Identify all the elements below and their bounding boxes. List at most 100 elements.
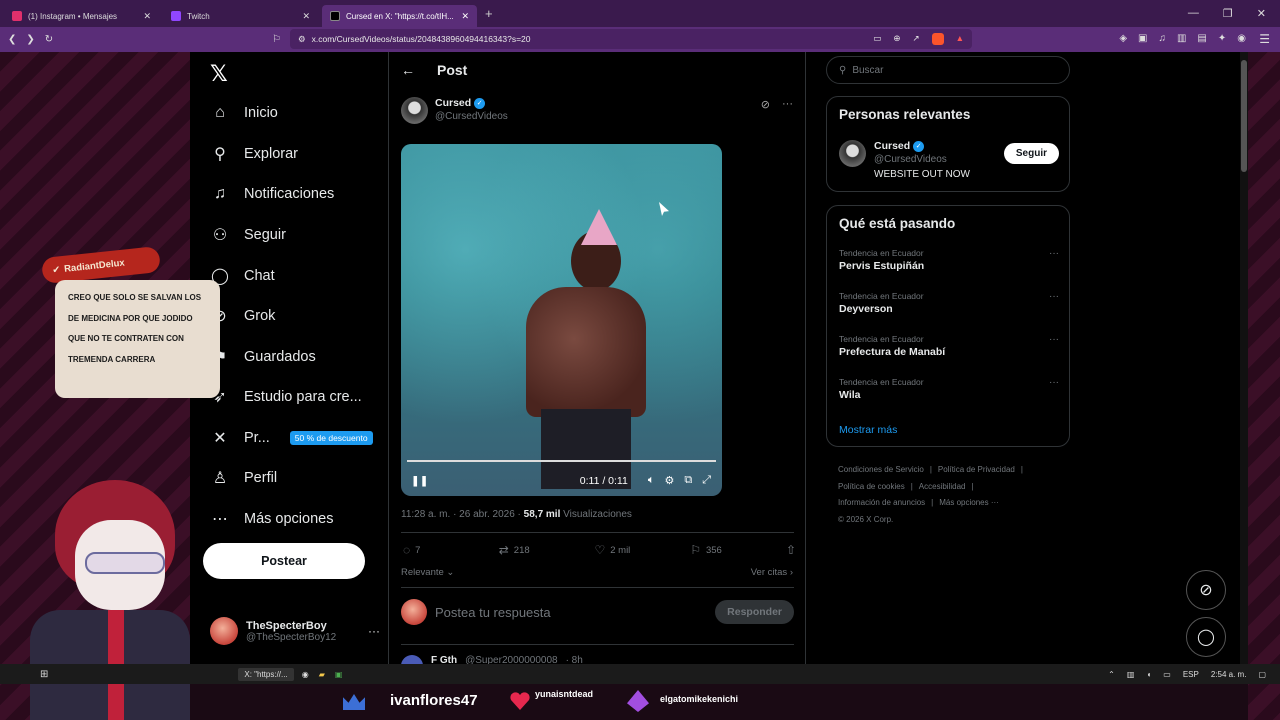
fullscreen-icon[interactable]: ⤢ <box>702 474 711 487</box>
video-player[interactable]: ❚❚ 0:11 / 0:11 🔈︎ ⚙ ⧉ ⤢ <box>401 144 722 496</box>
zoom-icon[interactable]: ⊕ <box>893 33 900 45</box>
discord-icon[interactable]: ◉ <box>302 670 309 679</box>
trend-item[interactable]: Tendencia en Ecuador Deyverson ··· <box>839 291 1059 315</box>
address-bar[interactable]: ⚙ x.com/CursedVideos/status/204843896049… <box>290 29 972 49</box>
scrollbar-thumb[interactable] <box>1241 60 1247 172</box>
minimize-icon[interactable]: — <box>1188 7 1199 20</box>
network-icon[interactable]: ▥ <box>1127 670 1135 679</box>
more-icon[interactable]: ··· <box>1049 291 1059 302</box>
wallet-icon[interactable]: ▤ <box>1197 33 1206 44</box>
clock[interactable]: 2:54 a. m. <box>1211 670 1247 679</box>
cast-icon[interactable]: ▭ <box>873 33 881 45</box>
menu-icon[interactable]: ☰ <box>1259 32 1270 46</box>
notifications-icon[interactable]: ▢ <box>1258 670 1266 679</box>
repost-stat[interactable]: ⇄ 218 <box>499 543 595 557</box>
chevron-up-icon[interactable]: ⌃ <box>1108 670 1115 679</box>
post-button[interactable]: Postear <box>203 543 365 579</box>
sidebar-icon[interactable]: ▥ <box>1177 33 1186 44</box>
more-icon[interactable]: ··· <box>1049 334 1059 345</box>
sidebar-item-premium[interactable]: ✕ Pr... 50 % de descuento <box>210 428 373 448</box>
restore-icon[interactable]: ❐ <box>1223 7 1233 20</box>
taskbar-app-browser[interactable]: X: "https://... <box>238 667 294 681</box>
settings-icon[interactable]: ⚙ <box>664 474 674 487</box>
avatar[interactable] <box>839 140 866 167</box>
sidebar-item-chat[interactable]: ◯ Chat <box>210 266 275 286</box>
footer-link[interactable]: Política de cookies <box>838 482 905 491</box>
avatar[interactable] <box>401 97 428 124</box>
reload-icon[interactable]: ↻ <box>45 34 53 45</box>
messages-fab-icon[interactable]: ◯ <box>1186 617 1226 657</box>
more-icon[interactable]: ··· <box>368 624 380 638</box>
share-icon[interactable]: ↗ <box>912 33 919 45</box>
battery-icon[interactable]: ▭ <box>1163 670 1171 679</box>
picture-in-picture-icon[interactable]: ⧉ <box>684 474 692 487</box>
show-more-link[interactable]: Mostrar más <box>839 424 897 436</box>
more-icon[interactable]: ··· <box>1049 377 1059 388</box>
view-quotes-link[interactable]: Ver citas › <box>751 567 793 578</box>
leo-icon[interactable]: ✦ <box>1218 33 1226 44</box>
tab-twitch[interactable]: Twitch ✕ <box>163 5 318 27</box>
tab-x-post[interactable]: Cursed en X: "https://t.co/tIH... ✕ <box>322 5 477 27</box>
back-icon[interactable]: ❮ <box>8 34 16 45</box>
new-tab-button[interactable]: + <box>485 6 493 21</box>
like-stat[interactable]: ♡ 2 mil <box>594 543 690 557</box>
tab-instagram[interactable]: (1) Instagram • Mensajes ✕ <box>4 5 159 27</box>
follow-button[interactable]: Seguir <box>1003 143 1059 164</box>
reply-stat[interactable]: ◌ 7 <box>403 543 499 557</box>
more-icon[interactable]: ··· <box>782 98 793 111</box>
footer-link[interactable]: Condiciones de Servicio <box>838 465 924 474</box>
share-button[interactable]: ⇧ <box>786 543 796 557</box>
windows-start-icon[interactable]: ⊞ <box>40 669 48 680</box>
back-arrow-icon[interactable]: ← <box>401 62 415 78</box>
extension-icon[interactable]: ◈ <box>1119 33 1127 44</box>
pause-icon[interactable]: ❚❚ <box>411 475 429 487</box>
sidebar-item-guardados[interactable]: ⚑ Guardados <box>210 347 316 367</box>
bookmark-icon[interactable]: ⚐ <box>272 34 281 45</box>
trend-item[interactable]: Tendencia en Ecuador Pervis Estupiñán ··… <box>839 248 1059 272</box>
account-switcher[interactable]: TheSpecterBoy @TheSpecterBoy12 ··· <box>210 617 380 645</box>
x-logo-icon[interactable]: 𝕏 <box>210 61 228 87</box>
footer-link[interactable]: Más opciones ··· <box>939 498 999 507</box>
site-settings-icon[interactable]: ⚙ <box>298 34 306 45</box>
sidebar-item-mas-opciones[interactable]: ⋯ Más opciones <box>210 509 333 529</box>
sort-dropdown[interactable]: Relevante ⌄ <box>401 567 454 578</box>
sidebar-item-seguir[interactable]: ⚇ Seguir <box>210 225 286 245</box>
extension-icon[interactable]: ▣ <box>1138 33 1147 44</box>
bookmark-stat[interactable]: ⚐ 356 <box>690 543 786 557</box>
post-timestamp[interactable]: 11:28 a. m. · 26 abr. 2026 · <box>401 509 521 520</box>
close-icon[interactable]: ✕ <box>143 11 151 22</box>
sidebar-item-explorar[interactable]: ⚲ Explorar <box>210 144 298 164</box>
reply-button[interactable]: Responder <box>715 600 794 624</box>
brave-shield-icon[interactable] <box>931 33 944 45</box>
trend-item[interactable]: Tendencia en Ecuador Prefectura de Manab… <box>839 334 1059 358</box>
vpn-icon[interactable]: ◉ <box>1237 33 1246 44</box>
grok-icon[interactable]: ⊘ <box>761 98 770 111</box>
sidebar-item-inicio[interactable]: ⌂ Inicio <box>210 104 278 122</box>
forward-icon[interactable]: ❯ <box>26 34 34 45</box>
brave-rewards-icon[interactable]: ▲ <box>956 33 964 45</box>
search-input[interactable]: ⚲ Buscar <box>826 56 1070 84</box>
close-icon[interactable]: ✕ <box>302 11 310 22</box>
close-window-icon[interactable]: ✕ <box>1257 7 1266 20</box>
footer-link[interactable]: Información de anuncios <box>838 498 925 507</box>
volume-icon[interactable]: 🔈︎ <box>648 474 655 487</box>
more-icon[interactable]: ··· <box>1049 248 1059 259</box>
footer-link[interactable]: Política de Privacidad <box>938 465 1015 474</box>
reply-input[interactable]: Postea tu respuesta <box>435 605 551 620</box>
video-progress-bar[interactable] <box>407 460 716 462</box>
language-indicator[interactable]: ESP <box>1183 670 1199 679</box>
next-reply-post[interactable]: F Gth @Super2000000008 · 8h <box>401 655 583 664</box>
sidebar-item-notificaciones[interactable]: ♫ Notificaciones <box>210 185 334 203</box>
footer-link[interactable]: Accesibilidad <box>919 482 966 491</box>
close-icon[interactable]: ✕ <box>461 11 469 22</box>
sidebar-item-estudio[interactable]: ➶ Estudio para cre... <box>210 387 361 407</box>
trend-item[interactable]: Tendencia en Ecuador Wila ··· <box>839 377 1059 401</box>
volume-icon[interactable]: ◖ <box>1146 670 1151 679</box>
grok-fab-icon[interactable]: ⊘ <box>1186 570 1226 610</box>
post-author[interactable]: Cursed ✓ @CursedVideos <box>401 97 508 124</box>
folder-icon[interactable]: ▰ <box>319 670 325 679</box>
app-icon[interactable]: ▣ <box>335 670 343 679</box>
music-icon[interactable]: ♫ <box>1158 33 1166 44</box>
extensions-bar: ◈ ▣ ♫ ▥ ▤ ✦ ◉ <box>1119 33 1246 44</box>
sidebar-item-perfil[interactable]: ♙ Perfil <box>210 468 277 488</box>
